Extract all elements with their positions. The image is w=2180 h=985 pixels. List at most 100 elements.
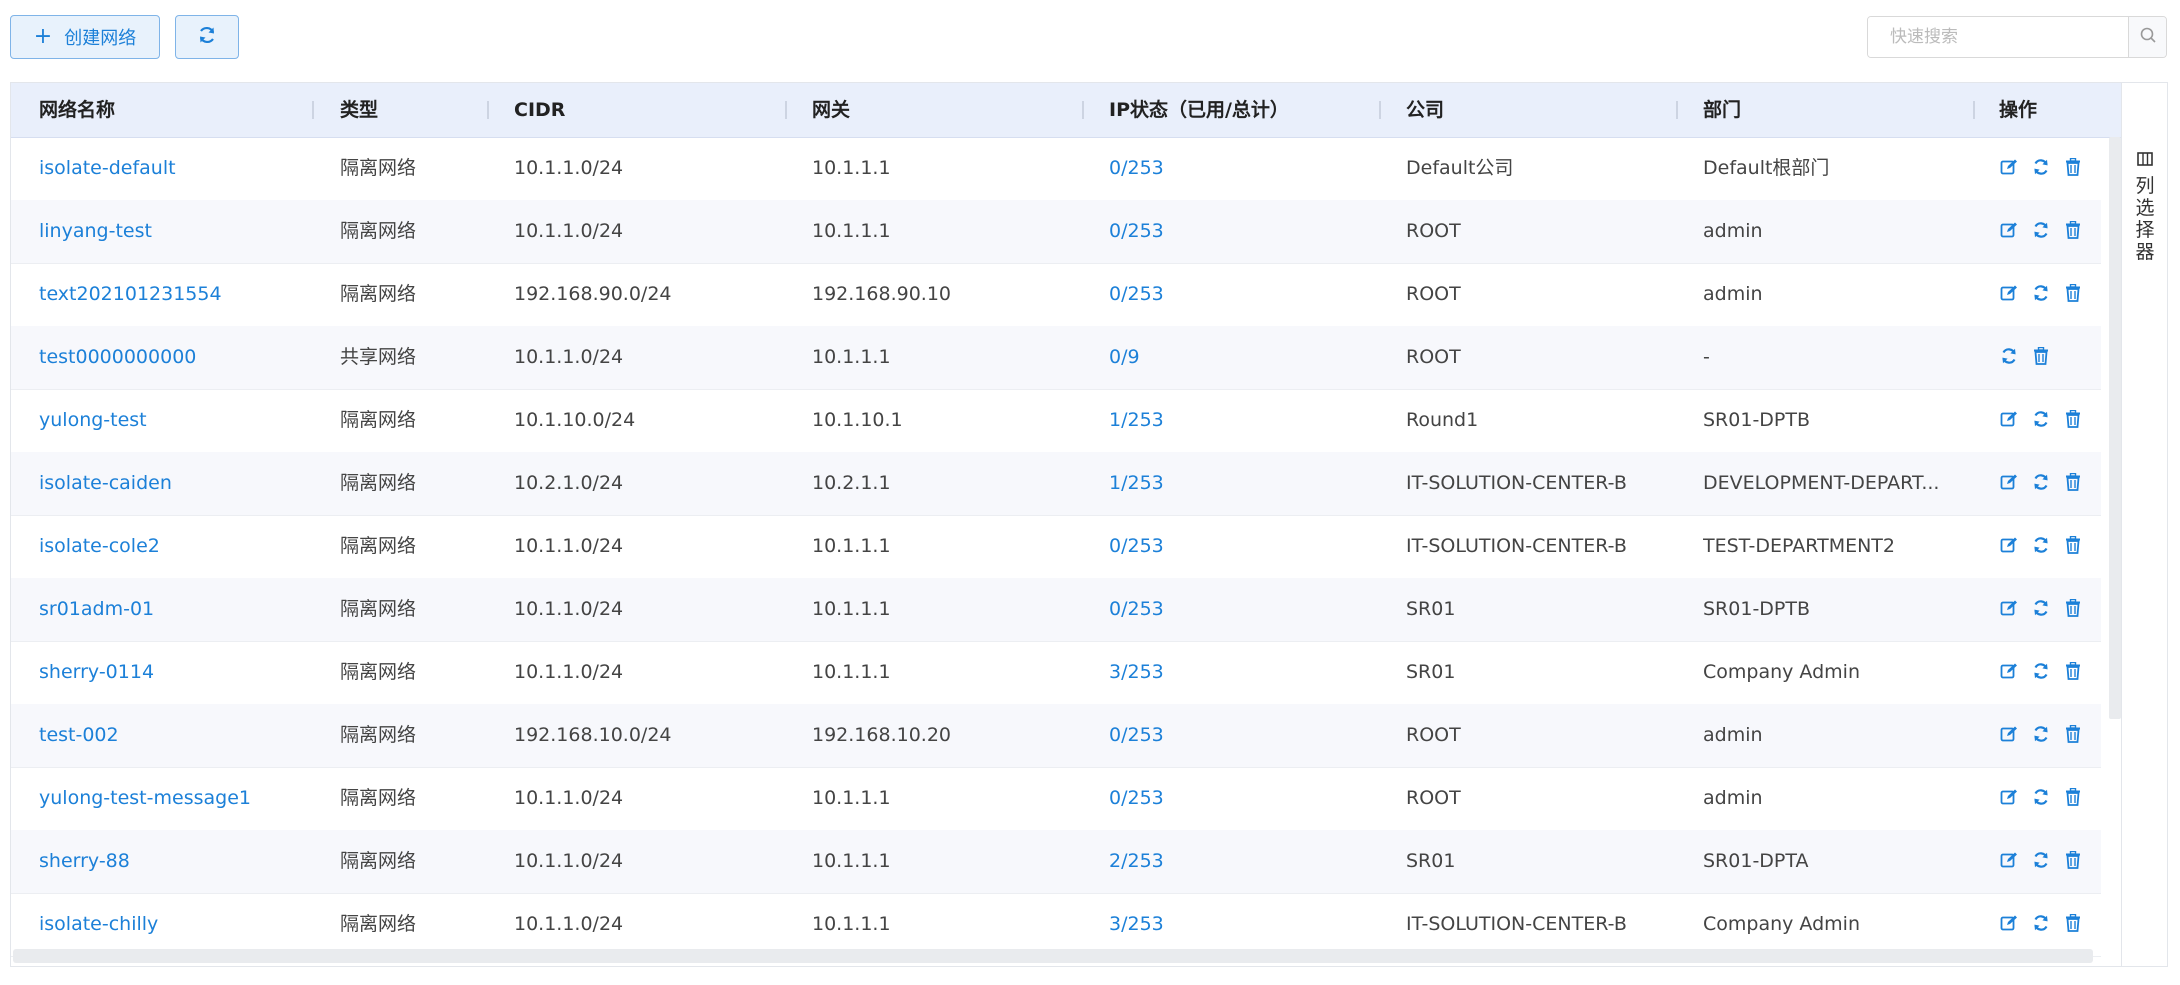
edit-button[interactable]: [1999, 852, 2019, 872]
delete-button[interactable]: [2063, 157, 2083, 179]
ip-status-link[interactable]: 0/253: [1109, 137, 1164, 200]
table-row[interactable]: test0000000000 共享网络 10.1.1.0/24 10.1.1.1 0/9…: [11, 326, 2101, 390]
ip-status-link[interactable]: 0/253: [1109, 767, 1164, 830]
column-resize-handle[interactable]: [1082, 101, 1084, 119]
edit-button[interactable]: [1999, 537, 2019, 557]
column-resize-handle[interactable]: [785, 101, 787, 119]
ip-status-link[interactable]: 1/253: [1109, 452, 1164, 515]
vertical-scrollbar[interactable]: [2109, 137, 2121, 719]
network-name-link[interactable]: text202101231554: [39, 263, 222, 326]
table-row[interactable]: sherry-0114 隔离网络 10.1.1.0/24 10.1.1.1 3/253 S…: [11, 641, 2101, 705]
column-resize-handle[interactable]: [1379, 101, 1381, 119]
ip-status-link[interactable]: 0/9: [1109, 326, 1140, 389]
header-cidr[interactable]: CIDR: [514, 83, 565, 137]
sync-button[interactable]: [2031, 914, 2051, 935]
sync-button[interactable]: [2031, 473, 2051, 494]
sync-button[interactable]: [2031, 851, 2051, 872]
sync-button[interactable]: [1999, 347, 2019, 368]
header-ip-status[interactable]: IP状态（已用/总计）: [1109, 83, 1289, 137]
network-name-link[interactable]: sherry-88: [39, 830, 130, 893]
trash-icon: [2065, 724, 2081, 747]
delete-button[interactable]: [2063, 283, 2083, 305]
table-row[interactable]: isolate-cole2 隔离网络 10.1.1.0/24 10.1.1.1 0/25…: [11, 515, 2101, 579]
sync-button[interactable]: [2031, 788, 2051, 809]
delete-button[interactable]: [2063, 220, 2083, 242]
table-row[interactable]: yulong-test 隔离网络 10.1.10.0/24 10.1.10.1 1/25…: [11, 389, 2101, 453]
ip-status-link[interactable]: 1/253: [1109, 389, 1164, 452]
sync-button[interactable]: [2031, 221, 2051, 242]
table-row[interactable]: isolate-chilly 隔离网络 10.1.1.0/24 10.1.1.1 3/2…: [11, 893, 2101, 957]
table-row[interactable]: text202101231554 隔离网络 192.168.90.0/24 192.1…: [11, 263, 2101, 327]
ip-status-link[interactable]: 3/253: [1109, 641, 1164, 704]
network-name-link[interactable]: isolate-caiden: [39, 452, 172, 515]
network-name-link[interactable]: linyang-test: [39, 200, 152, 263]
ip-status-link[interactable]: 3/253: [1109, 893, 1164, 956]
network-name-link[interactable]: isolate-default: [39, 137, 176, 200]
ip-status-link[interactable]: 0/253: [1109, 515, 1164, 578]
column-resize-handle[interactable]: [312, 101, 314, 119]
network-name-link[interactable]: test0000000000: [39, 326, 196, 389]
edit-button[interactable]: [1999, 285, 2019, 305]
delete-button[interactable]: [2063, 472, 2083, 494]
sync-button[interactable]: [2031, 725, 2051, 746]
network-name-link[interactable]: isolate-chilly: [39, 893, 158, 956]
delete-button[interactable]: [2063, 787, 2083, 809]
network-name-link[interactable]: isolate-cole2: [39, 515, 160, 578]
delete-button[interactable]: [2063, 409, 2083, 431]
ip-status-link[interactable]: 0/253: [1109, 704, 1164, 767]
edit-button[interactable]: [1999, 474, 2019, 494]
edit-button[interactable]: [1999, 159, 2019, 179]
delete-button[interactable]: [2063, 535, 2083, 557]
search-button[interactable]: [2128, 17, 2166, 57]
edit-button[interactable]: [1999, 663, 2019, 683]
table-row[interactable]: test-002 隔离网络 192.168.10.0/24 192.168.10.20…: [11, 704, 2101, 768]
delete-button[interactable]: [2063, 724, 2083, 747]
network-name-link[interactable]: sherry-0114: [39, 641, 154, 704]
table-row[interactable]: isolate-caiden 隔离网络 10.2.1.0/24 10.2.1.1 1/2…: [11, 452, 2101, 516]
delete-button[interactable]: [2063, 661, 2083, 683]
header-name[interactable]: 网络名称: [39, 83, 115, 137]
ip-status-link[interactable]: 0/253: [1109, 578, 1164, 641]
network-name-link[interactable]: sr01adm-01: [39, 578, 154, 641]
ip-status-link[interactable]: 0/253: [1109, 263, 1164, 326]
edit-button[interactable]: [1999, 789, 2019, 809]
search-input[interactable]: [1868, 17, 2128, 57]
create-network-button[interactable]: + 创建网络: [10, 15, 160, 59]
ip-status-link[interactable]: 2/253: [1109, 830, 1164, 893]
sync-button[interactable]: [2031, 410, 2051, 431]
table-row[interactable]: sherry-88 隔离网络 10.1.1.0/24 10.1.1.1 2/253 SR0…: [11, 830, 2101, 894]
network-name-link[interactable]: test-002: [39, 704, 119, 767]
table-row[interactable]: sr01adm-01 隔离网络 10.1.1.0/24 10.1.1.1 0/253 SR…: [11, 578, 2101, 642]
network-name-link[interactable]: yulong-test-message1: [39, 767, 251, 830]
column-resize-handle[interactable]: [487, 101, 489, 119]
refresh-button[interactable]: [175, 15, 239, 59]
horizontal-scrollbar[interactable]: [13, 949, 2093, 963]
column-resize-handle[interactable]: [1676, 101, 1678, 119]
company-value: Round1: [1406, 409, 1479, 431]
delete-button[interactable]: [2063, 913, 2083, 935]
delete-button[interactable]: [2031, 346, 2051, 368]
header-gateway[interactable]: 网关: [812, 83, 850, 137]
edit-button[interactable]: [1999, 600, 2019, 620]
header-company[interactable]: 公司: [1406, 83, 1444, 137]
edit-button[interactable]: [1999, 726, 2019, 746]
sync-button[interactable]: [2031, 536, 2051, 557]
edit-button[interactable]: [1999, 411, 2019, 431]
sync-button[interactable]: [2031, 158, 2051, 179]
sync-button[interactable]: [2031, 599, 2051, 620]
header-department[interactable]: 部门: [1703, 83, 1741, 137]
column-picker[interactable]: 列选择器: [2121, 83, 2167, 966]
sync-button[interactable]: [2031, 662, 2051, 683]
ip-status-link[interactable]: 0/253: [1109, 200, 1164, 263]
delete-button[interactable]: [2063, 850, 2083, 872]
header-type[interactable]: 类型: [340, 83, 378, 137]
edit-button[interactable]: [1999, 222, 2019, 242]
table-row[interactable]: linyang-test 隔离网络 10.1.1.0/24 10.1.1.1 0/253…: [11, 200, 2101, 264]
delete-button[interactable]: [2063, 598, 2083, 620]
table-row[interactable]: yulong-test-message1 隔离网络 10.1.1.0/24 10.1.…: [11, 767, 2101, 831]
edit-button[interactable]: [1999, 915, 2019, 935]
network-name-link[interactable]: yulong-test: [39, 389, 147, 452]
column-resize-handle[interactable]: [1973, 101, 1975, 119]
table-row[interactable]: isolate-default 隔离网络 10.1.1.0/24 10.1.1.1 0/…: [11, 137, 2101, 201]
sync-button[interactable]: [2031, 284, 2051, 305]
